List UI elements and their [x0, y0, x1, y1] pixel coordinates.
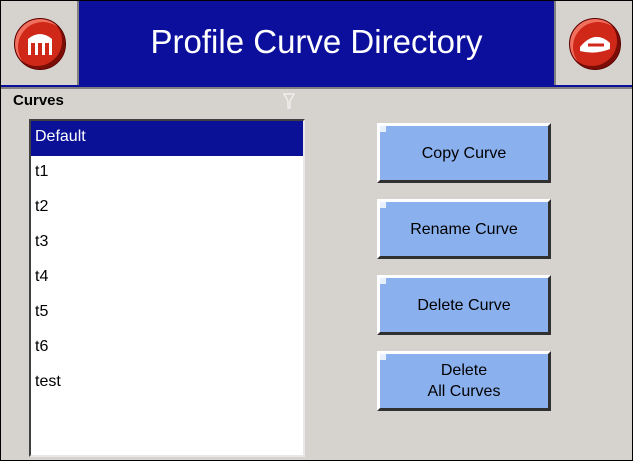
list-item[interactable]: test: [31, 366, 303, 401]
list-item[interactable]: t2: [31, 191, 303, 226]
curves-listbox[interactable]: Default t1 t2 t3 t4 t5 t6 test: [29, 119, 305, 457]
filter-icon: [283, 93, 295, 109]
home-button-container: [1, 1, 79, 85]
list-item[interactable]: t4: [31, 261, 303, 296]
list-item[interactable]: t6: [31, 331, 303, 366]
curves-label: Curves: [13, 92, 64, 109]
copy-curve-button[interactable]: Copy Curve: [377, 123, 551, 183]
exit-button-container: [554, 1, 632, 85]
window: Profile Curve Directory Curves Default t1…: [0, 0, 633, 461]
page-title: Profile Curve Directory: [150, 23, 483, 60]
list-item[interactable]: t3: [31, 226, 303, 261]
list-item[interactable]: t5: [31, 296, 303, 331]
exit-icon[interactable]: [569, 18, 621, 70]
delete-curve-button[interactable]: Delete Curve: [377, 275, 551, 335]
list-item[interactable]: Default: [31, 121, 303, 156]
title-bar: Profile Curve Directory: [1, 1, 632, 89]
building-icon[interactable]: [14, 18, 66, 70]
delete-all-curves-button[interactable]: Delete All Curves: [377, 351, 551, 411]
rename-curve-button[interactable]: Rename Curve: [377, 199, 551, 259]
list-item[interactable]: t1: [31, 156, 303, 191]
